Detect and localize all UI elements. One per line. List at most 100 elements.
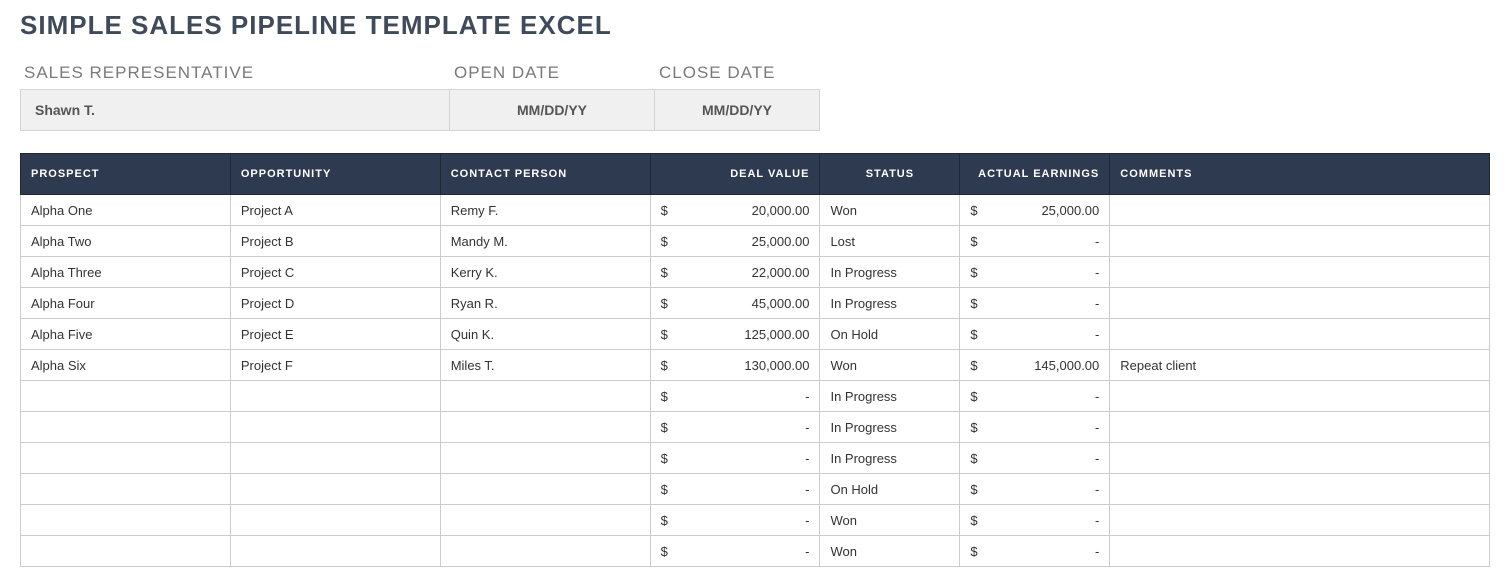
contact-cell[interactable] — [440, 536, 650, 567]
status-cell[interactable]: On Hold — [820, 474, 960, 505]
earnings-cell[interactable]: $- — [960, 257, 1110, 288]
page-title: SIMPLE SALES PIPELINE TEMPLATE EXCEL — [20, 10, 1492, 41]
comments-cell[interactable] — [1110, 381, 1490, 412]
col-comments: COMMENTS — [1110, 154, 1490, 195]
opportunity-cell[interactable] — [230, 412, 440, 443]
comments-cell[interactable] — [1110, 536, 1490, 567]
opportunity-cell[interactable]: Project C — [230, 257, 440, 288]
contact-cell[interactable] — [440, 381, 650, 412]
table-row: $-Won$- — [21, 536, 1490, 567]
deal-value-cell[interactable]: $45,000.00 — [650, 288, 820, 319]
opportunity-cell[interactable]: Project A — [230, 195, 440, 226]
contact-cell[interactable]: Mandy M. — [440, 226, 650, 257]
comments-cell[interactable] — [1110, 412, 1490, 443]
table-row: Alpha OneProject ARemy F.$20,000.00Won$2… — [21, 195, 1490, 226]
col-earnings: ACTUAL EARNINGS — [960, 154, 1110, 195]
opportunity-cell[interactable]: Project F — [230, 350, 440, 381]
status-cell[interactable]: On Hold — [820, 319, 960, 350]
contact-cell[interactable]: Remy F. — [440, 195, 650, 226]
prospect-cell[interactable]: Alpha Six — [21, 350, 231, 381]
comments-cell[interactable]: Repeat client — [1110, 350, 1490, 381]
status-cell[interactable]: Won — [820, 505, 960, 536]
deal-value-cell[interactable]: $- — [650, 474, 820, 505]
rep-value-cell[interactable]: Shawn T. — [20, 89, 450, 131]
col-contact: CONTACT PERSON — [440, 154, 650, 195]
earnings-cell[interactable]: $- — [960, 505, 1110, 536]
opportunity-cell[interactable]: Project B — [230, 226, 440, 257]
earnings-cell[interactable]: $- — [960, 288, 1110, 319]
contact-cell[interactable] — [440, 505, 650, 536]
earnings-cell[interactable]: $25,000.00 — [960, 195, 1110, 226]
contact-cell[interactable]: Miles T. — [440, 350, 650, 381]
prospect-cell[interactable] — [21, 412, 231, 443]
close-date-cell[interactable]: MM/DD/YY — [655, 89, 820, 131]
comments-cell[interactable] — [1110, 474, 1490, 505]
comments-cell[interactable] — [1110, 195, 1490, 226]
open-date-cell[interactable]: MM/DD/YY — [450, 89, 655, 131]
status-cell[interactable]: Won — [820, 195, 960, 226]
earnings-cell[interactable]: $- — [960, 319, 1110, 350]
deal-value-cell[interactable]: $130,000.00 — [650, 350, 820, 381]
contact-cell[interactable] — [440, 412, 650, 443]
deal-value-cell[interactable]: $125,000.00 — [650, 319, 820, 350]
opportunity-cell[interactable]: Project E — [230, 319, 440, 350]
table-row: Alpha ThreeProject CKerry K.$22,000.00In… — [21, 257, 1490, 288]
prospect-cell[interactable]: Alpha Five — [21, 319, 231, 350]
comments-cell[interactable] — [1110, 319, 1490, 350]
comments-cell[interactable] — [1110, 443, 1490, 474]
deal-value-cell[interactable]: $25,000.00 — [650, 226, 820, 257]
earnings-cell[interactable]: $- — [960, 443, 1110, 474]
table-row: Alpha TwoProject BMandy M.$25,000.00Lost… — [21, 226, 1490, 257]
status-cell[interactable]: In Progress — [820, 381, 960, 412]
earnings-cell[interactable]: $- — [960, 412, 1110, 443]
table-row: $-In Progress$- — [21, 443, 1490, 474]
comments-cell[interactable] — [1110, 257, 1490, 288]
opportunity-cell[interactable]: Project D — [230, 288, 440, 319]
comments-cell[interactable] — [1110, 226, 1490, 257]
status-cell[interactable]: Won — [820, 350, 960, 381]
prospect-cell[interactable] — [21, 536, 231, 567]
comments-cell[interactable] — [1110, 288, 1490, 319]
deal-value-cell[interactable]: $- — [650, 505, 820, 536]
prospect-cell[interactable]: Alpha Four — [21, 288, 231, 319]
table-row: $-On Hold$- — [21, 474, 1490, 505]
contact-cell[interactable] — [440, 443, 650, 474]
deal-value-cell[interactable]: $- — [650, 536, 820, 567]
contact-cell[interactable]: Ryan R. — [440, 288, 650, 319]
opportunity-cell[interactable] — [230, 536, 440, 567]
comments-cell[interactable] — [1110, 505, 1490, 536]
prospect-cell[interactable]: Alpha One — [21, 195, 231, 226]
deal-value-cell[interactable]: $- — [650, 412, 820, 443]
deal-value-cell[interactable]: $20,000.00 — [650, 195, 820, 226]
opportunity-cell[interactable] — [230, 381, 440, 412]
prospect-cell[interactable]: Alpha Two — [21, 226, 231, 257]
prospect-cell[interactable] — [21, 443, 231, 474]
col-status: STATUS — [820, 154, 960, 195]
deal-value-cell[interactable]: $22,000.00 — [650, 257, 820, 288]
contact-cell[interactable]: Quin K. — [440, 319, 650, 350]
opportunity-cell[interactable] — [230, 443, 440, 474]
close-date-label: CLOSE DATE — [655, 59, 820, 89]
col-prospect: PROSPECT — [21, 154, 231, 195]
deal-value-cell[interactable]: $- — [650, 381, 820, 412]
contact-cell[interactable]: Kerry K. — [440, 257, 650, 288]
opportunity-cell[interactable] — [230, 474, 440, 505]
status-cell[interactable]: Won — [820, 536, 960, 567]
opportunity-cell[interactable] — [230, 505, 440, 536]
status-cell[interactable]: In Progress — [820, 412, 960, 443]
status-cell[interactable]: In Progress — [820, 257, 960, 288]
status-cell[interactable]: Lost — [820, 226, 960, 257]
status-cell[interactable]: In Progress — [820, 288, 960, 319]
earnings-cell[interactable]: $145,000.00 — [960, 350, 1110, 381]
prospect-cell[interactable] — [21, 381, 231, 412]
earnings-cell[interactable]: $- — [960, 474, 1110, 505]
prospect-cell[interactable] — [21, 505, 231, 536]
prospect-cell[interactable]: Alpha Three — [21, 257, 231, 288]
status-cell[interactable]: In Progress — [820, 443, 960, 474]
earnings-cell[interactable]: $- — [960, 381, 1110, 412]
deal-value-cell[interactable]: $- — [650, 443, 820, 474]
earnings-cell[interactable]: $- — [960, 536, 1110, 567]
prospect-cell[interactable] — [21, 474, 231, 505]
earnings-cell[interactable]: $- — [960, 226, 1110, 257]
contact-cell[interactable] — [440, 474, 650, 505]
